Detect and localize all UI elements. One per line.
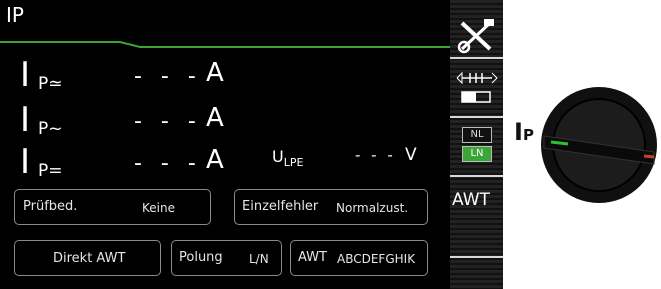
measurement-row-ip-acdc: I P≃ - - - A (0, 58, 450, 98)
instrument-screen: IP I P≃ - - - A I P~ - - - A I P= - - - … (0, 0, 450, 289)
measurement-symbol: I (20, 142, 31, 182)
measurement-symbol: I (20, 55, 31, 95)
polung-label: Polung (179, 250, 223, 265)
pruefbed-label: Prüfbed. (23, 199, 78, 214)
rotary-knob-icon (541, 87, 657, 203)
softkey-divider (450, 116, 503, 118)
polung-value: L/N (249, 252, 269, 266)
signal-trace (0, 41, 450, 48)
ulpe-value: - - - (355, 146, 396, 164)
measurement-unit: A (206, 58, 224, 88)
tools-icon (457, 19, 494, 54)
dial-position-label: IP (514, 118, 534, 146)
einzelfehler-button[interactable]: Einzelfehler Normalzust. (234, 189, 428, 225)
measurement-unit: A (206, 103, 224, 133)
direkt-awt-button[interactable]: Direkt AWT (14, 240, 161, 276)
measurement-subscript: P= (38, 161, 63, 181)
measurement-row-ip-ac: I P~ - - - A (0, 103, 450, 143)
ulpe-subscript: LPE (283, 156, 304, 169)
measurement-symbol: I (20, 100, 31, 140)
einzelfehler-label: Einzelfehler (242, 199, 319, 214)
ulpe-symbol: U (272, 147, 284, 166)
pruefbed-button[interactable]: Prüfbed. Keine (14, 189, 211, 225)
softkey-divider (450, 57, 503, 59)
ulpe-label: ULPE (272, 147, 304, 169)
softkey-divider (450, 256, 503, 258)
awt-value: ABCDEFGHIK (337, 252, 416, 266)
measurement-subscript: P~ (38, 119, 63, 139)
nl-option[interactable]: NL (462, 127, 492, 143)
measurement-value: - - - (134, 64, 202, 89)
ln-option-selected[interactable]: LN (462, 146, 492, 162)
page-title: IP (6, 3, 24, 27)
direkt-awt-label: Direkt AWT (53, 251, 126, 266)
measurement-value: - - - (134, 151, 202, 176)
awt-button[interactable]: AWT ABCDEFGHIK (290, 240, 428, 276)
softkey-divider (450, 175, 503, 177)
connection-softkey[interactable] (452, 68, 501, 108)
dial-label-subscript: P (522, 126, 534, 144)
measurement-subscript: P≃ (38, 74, 63, 94)
awt-softkey[interactable]: AWT (452, 190, 490, 210)
einzelfehler-value: Normalzust. (336, 201, 409, 215)
dial-label-symbol: I (514, 118, 523, 146)
polung-button[interactable]: Polung L/N (171, 240, 282, 276)
settings-softkey[interactable] (452, 15, 501, 55)
probe-connection-icon (456, 71, 498, 103)
ulpe-unit: V (405, 145, 417, 165)
measurement-value: - - - (134, 109, 202, 134)
pruefbed-value: Keine (142, 201, 175, 215)
awt-label: AWT (298, 250, 327, 265)
measurement-unit: A (206, 145, 224, 175)
